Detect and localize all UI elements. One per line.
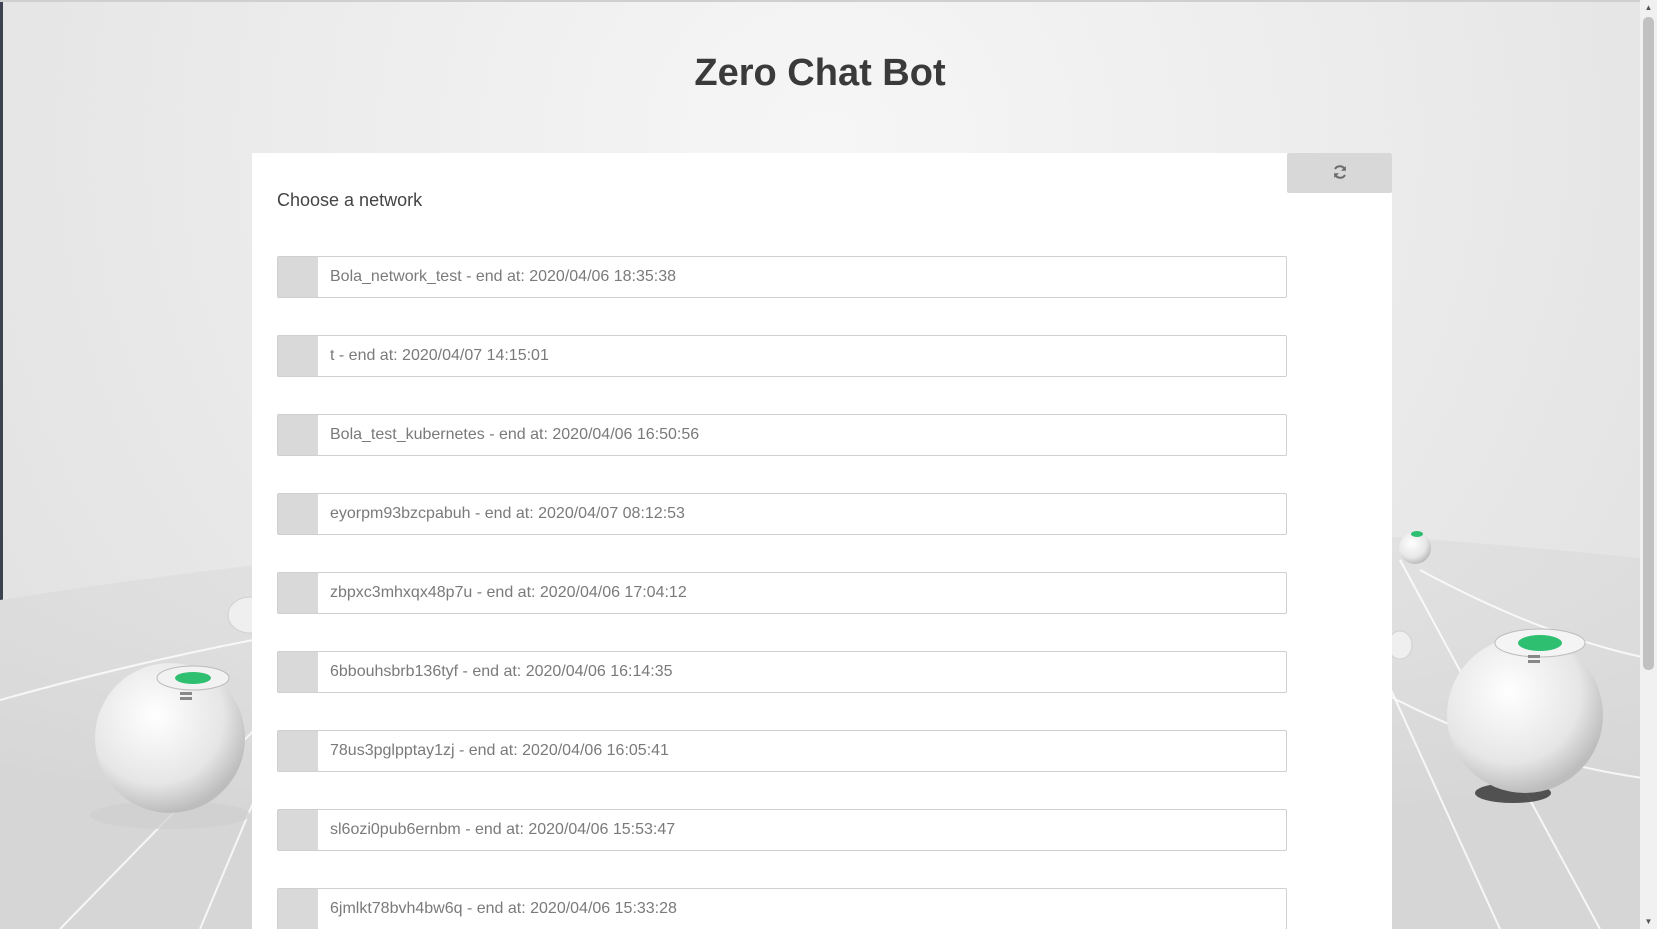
network-option[interactable]: t - end at: 2020/04/07 14:15:01 [277, 335, 1287, 377]
network-option[interactable]: Bola_test_kubernetes - end at: 2020/04/0… [277, 414, 1287, 456]
network-select-box[interactable] [278, 257, 318, 297]
network-option[interactable]: 78us3pglpptay1zj - end at: 2020/04/06 16… [277, 730, 1287, 772]
network-select-box[interactable] [278, 494, 318, 534]
network-label: t - end at: 2020/04/07 14:15:01 [330, 347, 549, 364]
scroll-thumb[interactable] [1643, 17, 1654, 670]
network-select-box[interactable] [278, 573, 318, 613]
network-option[interactable]: 6jmlkt78bvh4bw6q - end at: 2020/04/06 15… [277, 888, 1287, 929]
network-option[interactable]: sl6ozi0pub6ernbm - end at: 2020/04/06 15… [277, 809, 1287, 851]
small-robot-sphere [1399, 531, 1431, 564]
page-title: Zero Chat Bot [694, 52, 946, 94]
network-select-box[interactable] [278, 731, 318, 771]
network-option[interactable]: eyorpm93bzcpabuh - end at: 2020/04/07 08… [277, 493, 1287, 535]
network-option[interactable]: zbpxc3mhxqx48p7u - end at: 2020/04/06 17… [277, 572, 1287, 614]
network-label: Bola_test_kubernetes - end at: 2020/04/0… [330, 426, 700, 443]
network-label: Bola_network_test - end at: 2020/04/06 1… [330, 268, 677, 285]
refresh-button[interactable] [1287, 153, 1392, 193]
network-label: 6bbouhsbrb136tyf - end at: 2020/04/06 16… [330, 663, 673, 680]
choose-network-heading: Choose a network [277, 190, 423, 210]
scroll-up-arrow-icon[interactable]: ▲ [1640, 0, 1657, 15]
network-label: 78us3pglpptay1zj - end at: 2020/04/06 16… [330, 742, 669, 759]
network-select-box[interactable] [278, 889, 318, 929]
network-option[interactable]: Bola_network_test - end at: 2020/04/06 1… [277, 256, 1287, 298]
scroll-down-arrow-icon[interactable]: ▼ [1640, 914, 1657, 929]
network-select-box[interactable] [278, 415, 318, 455]
network-label: eyorpm93bzcpabuh - end at: 2020/04/07 08… [330, 505, 685, 522]
network-select-box[interactable] [278, 336, 318, 376]
refresh-icon [1332, 164, 1348, 183]
network-label: sl6ozi0pub6ernbm - end at: 2020/04/06 15… [330, 821, 676, 838]
network-select-box[interactable] [278, 652, 318, 692]
network-select-box[interactable] [278, 810, 318, 850]
network-option[interactable]: 6bbouhsbrb136tyf - end at: 2020/04/06 16… [277, 651, 1287, 693]
vertical-scrollbar[interactable]: ▲ ▼ [1640, 0, 1657, 929]
network-label: 6jmlkt78bvh4bw6q - end at: 2020/04/06 15… [330, 900, 677, 917]
network-label: zbpxc3mhxqx48p7u - end at: 2020/04/06 17… [330, 584, 687, 601]
